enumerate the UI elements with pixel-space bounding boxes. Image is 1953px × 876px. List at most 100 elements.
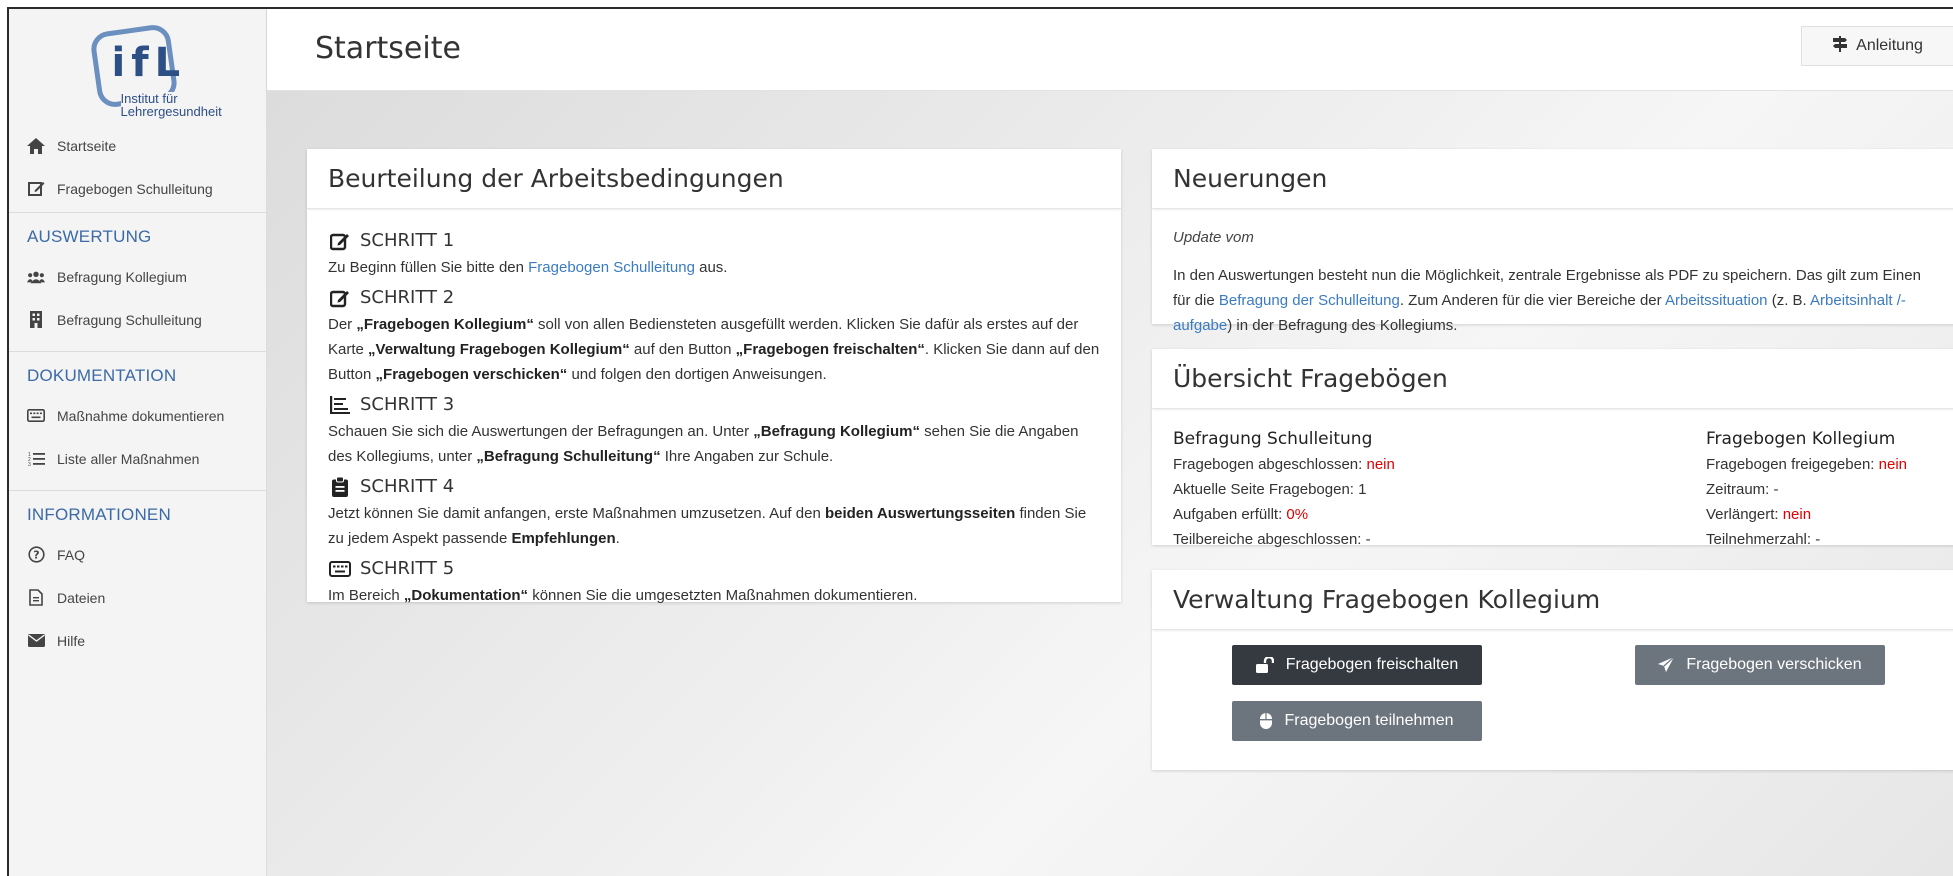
step-4-text: Jetzt können Sie damit anfangen, erste M… (328, 501, 1100, 551)
edit-icon (328, 229, 352, 253)
admin-card: Verwaltung Fragebogen Kollegium Fragebog… (1152, 570, 1953, 770)
building-icon (27, 311, 45, 329)
logo-subtitle-line1: Institut für (120, 90, 178, 106)
sidebar-heading: INFORMATIONEN (27, 505, 171, 524)
overview-row: Aktuelle Seite Fragebogen: 1 (1173, 477, 1395, 502)
send-questionnaire-button[interactable]: Fragebogen verschicken (1635, 645, 1885, 685)
link-arbeitssituation[interactable]: Arbeitssituation (1665, 292, 1768, 309)
sidebar-item-massnahme-dokumentieren[interactable]: Maßnahme dokumentieren (9, 394, 266, 437)
overview-row-label: Aufgaben erfüllt: (1173, 506, 1287, 523)
sidebar-item-faq[interactable]: ? FAQ (9, 533, 266, 576)
sidebar-item-label: Startseite (57, 137, 117, 154)
sidebar: ifL Institut für Lehrergesundheit Starts… (9, 9, 267, 876)
overview-row: Teilnehmerzahl: - (1706, 527, 1907, 552)
step-4-text-part: . (615, 530, 620, 547)
step-3-label: SCHRITT 3 (360, 394, 455, 415)
participate-questionnaire-button[interactable]: Fragebogen teilnehmen (1232, 701, 1482, 741)
sidebar-item-startseite[interactable]: Startseite (9, 124, 266, 167)
steps-card-title: Beurteilung der Arbeitsbedingungen (307, 149, 1121, 209)
sidebar-item-hilfe[interactable]: Hilfe (9, 619, 266, 662)
steps-card: Beurteilung der Arbeitsbedingungen SCHRI… (307, 149, 1121, 604)
overview-row-value: - (1815, 531, 1821, 548)
anleitung-button[interactable]: Anleitung (1801, 26, 1953, 66)
step-5-bold: „Dokumentation“ (403, 587, 529, 604)
participate-button-label: Fragebogen teilnehmen (1284, 712, 1454, 729)
overview-card-body: Befragung Schulleitung Fragebogen abgesc… (1173, 426, 1941, 556)
step-2-title: SCHRITT 2 (328, 284, 1100, 312)
sidebar-item-liste-massnahmen[interactable]: 123 Liste aller Maßnahmen (9, 437, 266, 480)
step-2-text-part: Der (328, 316, 357, 333)
step-5-text-part: Im Bereich (328, 587, 404, 604)
step-3-bold: „Befragung Kollegium“ (753, 423, 920, 440)
sidebar-heading: DOKUMENTATION (27, 366, 177, 385)
update-label: Update vom (1173, 229, 1254, 246)
envelope-icon (27, 632, 45, 650)
step-3-text: Schauen Sie sich die Auswertungen der Be… (328, 419, 1100, 469)
sidebar-heading: AUSWERTUNG (27, 227, 152, 246)
step-5-text: Im Bereich „Dokumentation“ können Sie di… (328, 583, 1100, 608)
overview-row: Fragebogen freigegeben: nein (1706, 452, 1907, 477)
link-fragebogen-schulleitung[interactable]: Fragebogen Schulleitung (528, 259, 695, 276)
overview-row-value: 0% (1286, 506, 1309, 523)
overview-kollegium: Fragebogen Kollegium Fragebogen freigege… (1706, 426, 1907, 552)
news-text-part: ) in der Befragung des Kollegiums. (1227, 317, 1458, 334)
logo-subtitle: Institut für Lehrergesundheit (120, 90, 226, 119)
svg-text:?: ? (33, 549, 39, 562)
step-2-text-part: auf den Button (629, 341, 736, 358)
edit-icon (27, 180, 45, 198)
step-1-text-part: aus. (694, 259, 728, 276)
sidebar-item-label: Befragung Schulleitung (57, 311, 202, 328)
send-button-label: Fragebogen verschicken (1686, 656, 1862, 673)
logo-subtitle-line2: Lehrergesundheit (120, 103, 222, 119)
sidebar-section-informationen: INFORMATIONEN ? FAQ Dateien Hilfe (9, 490, 266, 662)
overview-row-value: 1 (1358, 481, 1367, 498)
news-card-body: Update vom In den Auswertungen besteht n… (1152, 209, 1953, 358)
news-text-part: (z. B. (1767, 292, 1811, 309)
sidebar-section-auswertung: AUSWERTUNG Befragung Kollegium Befragung… (9, 212, 266, 341)
align-left-icon (328, 393, 352, 417)
sidebar-item-label: Maßnahme dokumentieren (57, 407, 225, 424)
link-befragung-schulleitung[interactable]: Befragung der Schulleitung (1219, 292, 1400, 309)
overview-card: Übersicht Fragebögen Befragung Schulleit… (1152, 349, 1953, 548)
step-2-bold: „Fragebogen Kollegium“ (356, 316, 534, 333)
step-4-bold: Empfehlungen (511, 530, 616, 547)
sidebar-item-label: Befragung Kollegium (57, 268, 187, 285)
svg-text:3: 3 (28, 462, 31, 466)
mouse-icon (1260, 713, 1273, 729)
unlock-questionnaire-button[interactable]: Fragebogen freischalten (1232, 645, 1482, 685)
overview-row-label: Teilnehmerzahl: (1706, 531, 1816, 548)
ifl-logo[interactable]: ifL Institut für Lehrergesundheit (9, 9, 266, 124)
step-4-title: SCHRITT 4 (328, 473, 1100, 501)
sidebar-item-dateien[interactable]: Dateien (9, 576, 266, 619)
overview-row-value: nein (1782, 506, 1812, 523)
step-1-text: Zu Beginn füllen Sie bitte den Frageboge… (328, 255, 1100, 280)
sidebar-item-label: Hilfe (57, 632, 86, 649)
paper-plane-icon (1658, 657, 1675, 673)
step-1-text-part: Zu Beginn füllen Sie bitte den (328, 259, 529, 276)
sidebar-item-befragung-schulleitung[interactable]: Befragung Schulleitung (9, 298, 266, 341)
app-window: ifL Institut für Lehrergesundheit Starts… (7, 7, 1953, 876)
overview-schulleitung: Befragung Schulleitung Fragebogen abgesc… (1173, 426, 1395, 552)
overview-row-label: Aktuelle Seite Fragebogen: (1173, 481, 1359, 498)
step-1-label: SCHRITT 1 (360, 230, 455, 251)
overview-row-value: nein (1878, 456, 1907, 473)
news-card-title: Neuerungen (1152, 149, 1953, 209)
sidebar-item-fragebogen-schulleitung[interactable]: Fragebogen Schulleitung (9, 167, 266, 210)
page-title: Startseite (315, 31, 461, 66)
unlock-button-label: Fragebogen freischalten (1285, 656, 1459, 673)
step-5-title: SCHRITT 5 (328, 555, 1100, 583)
news-text: In den Auswertungen besteht nun die Mögl… (1173, 263, 1941, 338)
steps-card-body: SCHRITT 1 Zu Beginn füllen Sie bitte den… (307, 209, 1121, 630)
question-circle-icon: ? (27, 546, 45, 564)
step-1-title: SCHRITT 1 (328, 227, 1100, 255)
step-2-bold: „Fragebogen freischalten“ (735, 341, 925, 358)
overview-heading: Fragebogen Kollegium (1706, 429, 1896, 449)
main-content: Beurteilung der Arbeitsbedingungen SCHRI… (267, 91, 1953, 876)
overview-row-label: Fragebogen freigegeben: (1706, 456, 1879, 473)
sidebar-item-befragung-kollegium[interactable]: Befragung Kollegium (9, 255, 266, 298)
edit-icon (328, 286, 352, 310)
sidebar-item-label: FAQ (57, 546, 86, 563)
step-3-title: SCHRITT 3 (328, 391, 1100, 419)
news-card: Neuerungen Update vom In den Auswertunge… (1152, 149, 1953, 334)
overview-row: Aufgaben erfüllt: 0% (1173, 502, 1395, 527)
